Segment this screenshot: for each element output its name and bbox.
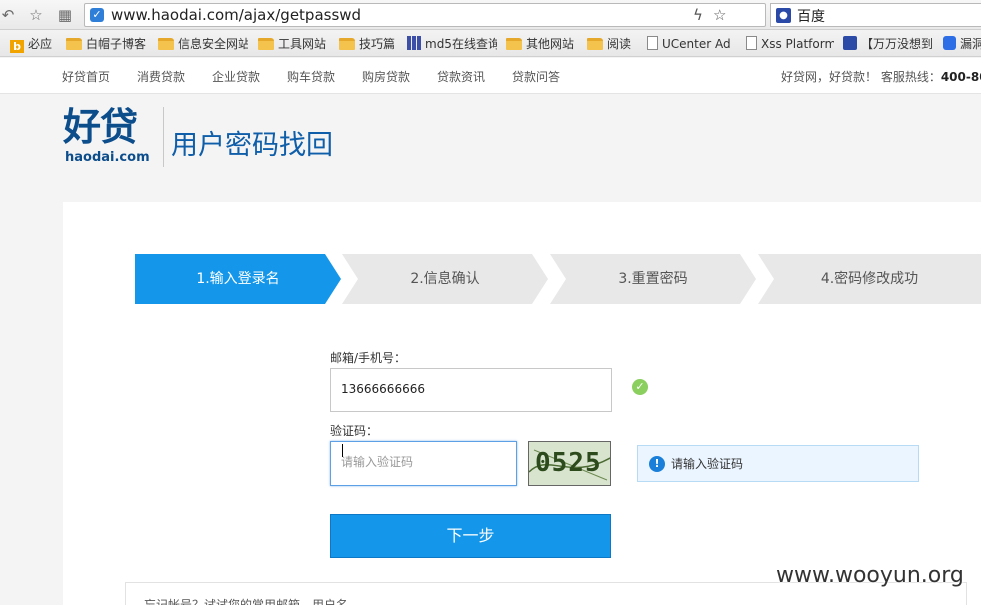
hint-text: 忘记帐号？试试您的常用邮箱、用户名 — [144, 598, 349, 605]
folder-icon — [66, 38, 82, 50]
captcha-image[interactable]: 0525 — [528, 441, 611, 486]
info-icon: ! — [649, 456, 665, 472]
bookmark-item[interactable]: 工具网站 — [258, 35, 333, 53]
bookmark-item[interactable]: UCenter Ad — [647, 35, 735, 53]
bookmark-item[interactable]: md5在线查询 — [407, 35, 497, 53]
main-card: 1.输入登录名 2.信息确认 3.重置密码 4.密码修改成功 邮箱/手机号： 1… — [63, 202, 981, 605]
bookmark-item[interactable]: 阅读 — [587, 35, 639, 53]
logo-domain: haodai.com — [65, 150, 150, 165]
logo[interactable]: 好贷 — [63, 105, 138, 149]
text-caret — [342, 444, 343, 457]
lightning-icon[interactable]: ϟ — [693, 6, 703, 24]
nav-link-car-loan[interactable]: 购车贷款 — [287, 68, 335, 85]
bing-icon: b — [10, 40, 24, 53]
folder-icon — [506, 38, 522, 50]
bookmarks-bar: b 必应 白帽子博客 信息安全网站 工具网站 技巧篇 md5在线查询 其他网站 阅… — [0, 30, 981, 57]
bookmark-item[interactable]: 白帽子博客 — [66, 35, 151, 53]
folder-icon — [339, 38, 355, 50]
bookmark-item[interactable]: b 必应 — [10, 35, 52, 53]
search-engine-name: 百度 — [797, 9, 825, 25]
page-icon — [746, 36, 757, 50]
page-icon — [647, 36, 658, 50]
divider — [163, 107, 164, 167]
bookmark-item[interactable]: 【万万没想到 — [843, 35, 935, 53]
baidu-paw-icon — [843, 36, 857, 50]
page-title: 用户密码找回 — [171, 130, 333, 161]
nav-link-business-loan[interactable]: 企业贷款 — [212, 68, 260, 85]
hotline: 好贷网，好贷款！ 客服热线：400-80 — [781, 68, 981, 85]
step-2: 2.信息确认 — [342, 254, 548, 304]
site-nav: 好贷首页 消费贷款 企业贷款 购车贷款 购房贷款 贷款资讯 贷款问答 好贷网，好… — [0, 58, 981, 94]
baidu-paw-icon[interactable]: ● — [776, 8, 791, 23]
next-button[interactable]: 下一步 — [330, 514, 611, 558]
captcha-input[interactable]: 请输入验证码 — [330, 441, 517, 486]
url-text[interactable]: www.haodai.com/ajax/getpasswd — [111, 6, 361, 24]
folder-icon — [587, 38, 603, 50]
account-field[interactable]: 13666666666 — [330, 368, 612, 412]
grid-view-icon[interactable]: ▦ — [55, 5, 75, 25]
folder-icon — [158, 38, 174, 50]
bookmark-star-icon[interactable]: ☆ — [713, 6, 726, 24]
folder-icon — [258, 38, 274, 50]
security-shield-icon: ✓ — [90, 8, 104, 22]
progress-steps: 1.输入登录名 2.信息确认 3.重置密码 4.密码修改成功 — [135, 254, 981, 304]
search-box[interactable]: ● 百度 — [770, 3, 981, 27]
bookmark-item[interactable]: 其他网站 — [506, 35, 581, 53]
hotline-number: 400-80 — [940, 70, 981, 84]
check-icon: ✓ — [632, 379, 648, 395]
step-4: 4.密码修改成功 — [758, 254, 981, 304]
account-label: 邮箱/手机号： — [330, 351, 407, 365]
browser-toolbar: ↶ ☆ ▦ ✓ www.haodai.com/ajax/getpasswd ϟ … — [0, 0, 981, 30]
step-3: 3.重置密码 — [550, 254, 756, 304]
page-header: 好贷 haodai.com 用户密码找回 — [0, 95, 981, 202]
nav-link-home[interactable]: 好贷首页 — [62, 68, 110, 85]
captcha-tip: ! 请输入验证码 — [637, 445, 919, 482]
star-icon[interactable]: ☆ — [26, 5, 46, 25]
step-1: 1.输入登录名 — [135, 254, 341, 304]
bookmark-item[interactable]: Xss Platform — [746, 35, 834, 53]
captcha-label: 验证码： — [330, 424, 379, 438]
captcha-text: 0525 — [535, 448, 602, 478]
bookmark-item[interactable]: 技巧篇 — [339, 35, 401, 53]
hex-icon — [943, 36, 956, 50]
nav-link-consumer-loan[interactable]: 消费贷款 — [137, 68, 185, 85]
watermark: www.wooyun.org — [776, 563, 964, 588]
bookmark-item[interactable]: 信息安全网站 — [158, 35, 248, 53]
bookmark-item[interactable]: 漏洞 — [943, 35, 981, 53]
grid-icon — [407, 36, 421, 50]
address-bar[interactable]: ✓ www.haodai.com/ajax/getpasswd ϟ ☆ ▼ — [84, 3, 846, 27]
back-icon[interactable]: ↶ — [0, 5, 18, 25]
nav-link-loan-news[interactable]: 贷款资讯 — [437, 68, 485, 85]
nav-link-house-loan[interactable]: 购房贷款 — [362, 68, 410, 85]
nav-link-loan-qa[interactable]: 贷款问答 — [512, 68, 560, 85]
